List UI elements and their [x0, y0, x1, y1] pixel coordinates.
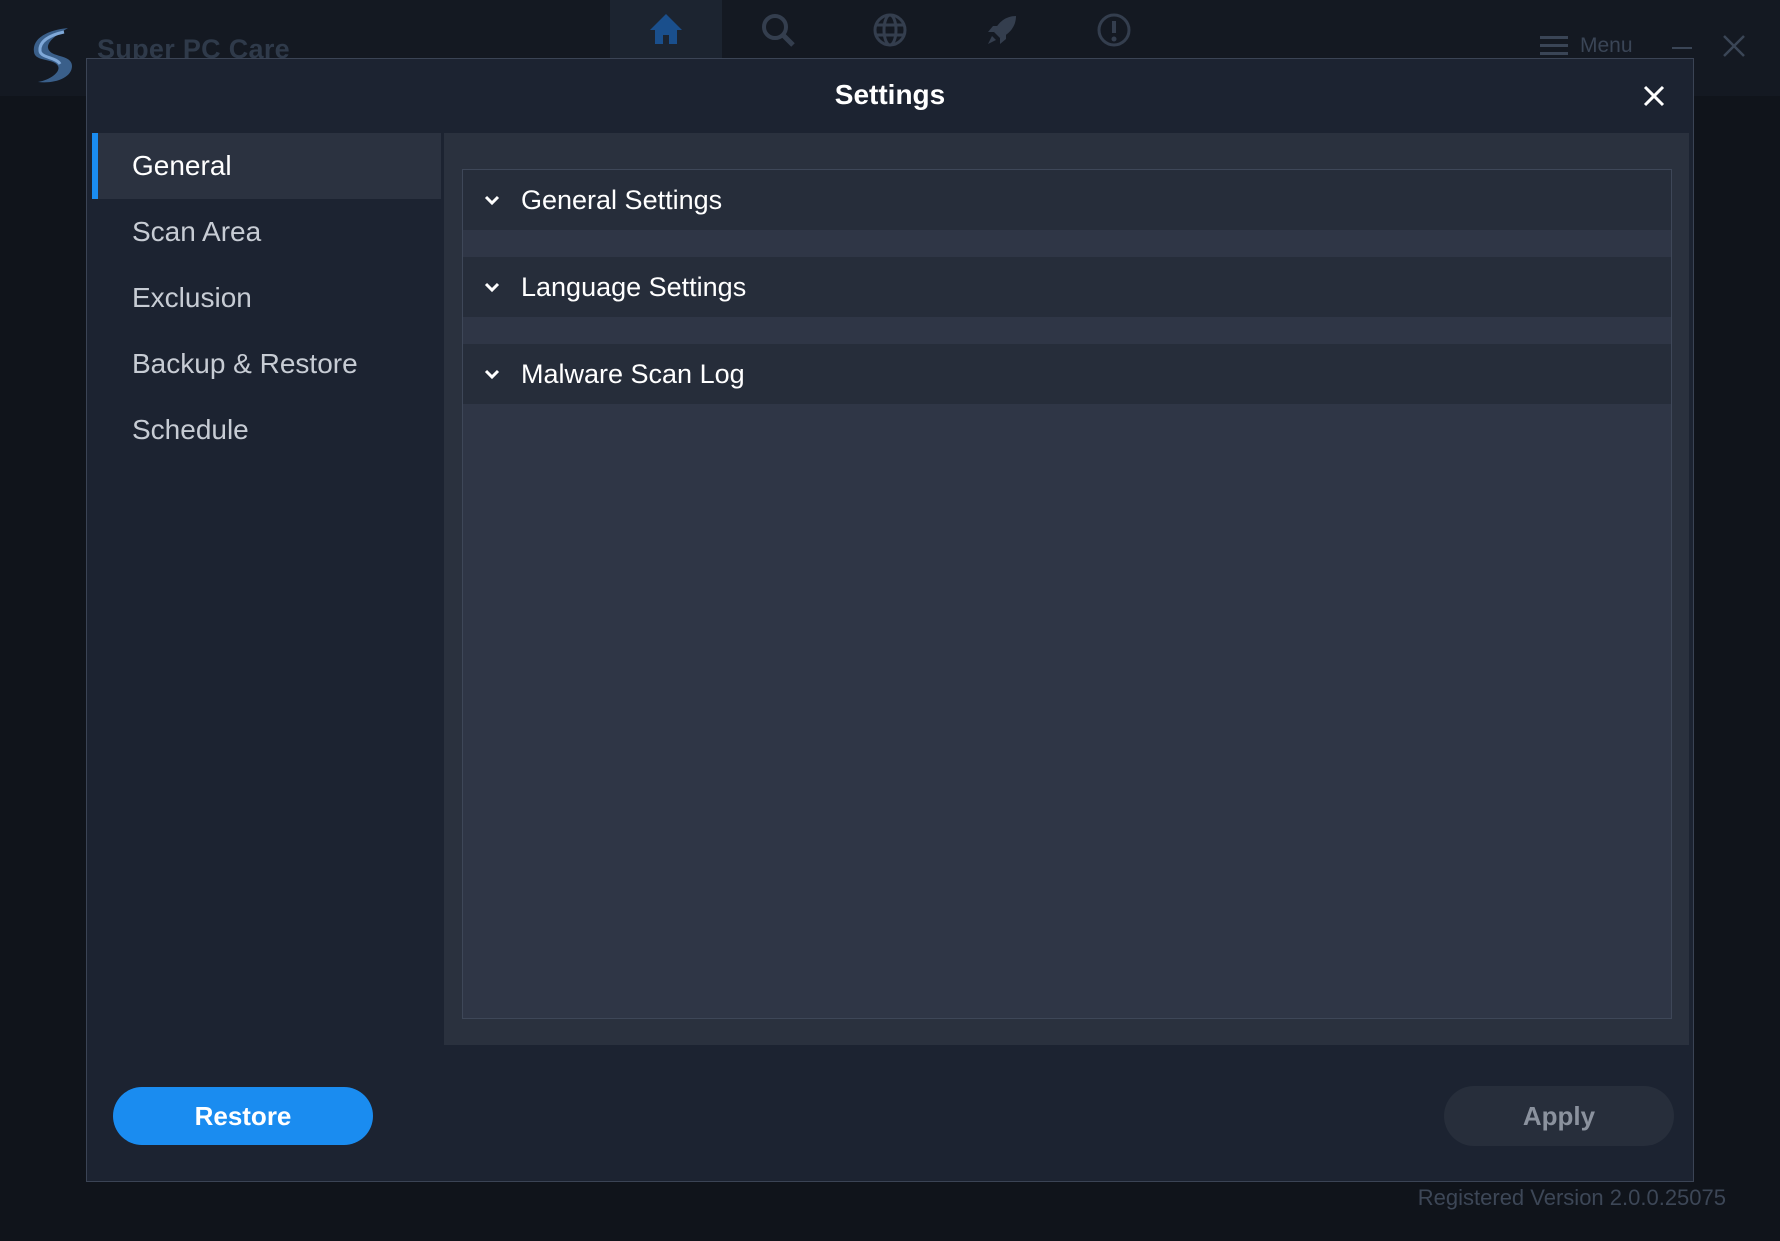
- nav-boost[interactable]: [946, 0, 1058, 60]
- app-menu-button[interactable]: Menu: [1540, 34, 1633, 58]
- section-label: Malware Scan Log: [521, 358, 745, 389]
- rocket-icon: [988, 16, 1016, 44]
- dialog-title: Settings: [834, 79, 946, 110]
- app-close-icon[interactable]: [1722, 34, 1746, 58]
- search-icon: [762, 14, 795, 47]
- chevron-down-icon: [484, 282, 500, 293]
- home-icon: [650, 14, 682, 44]
- sidebar-item-label: Scan Area: [132, 216, 262, 247]
- hamburger-icon: [1540, 36, 1568, 55]
- sidebar-item-exclusion[interactable]: Exclusion: [92, 265, 441, 331]
- restore-button[interactable]: Restore: [113, 1087, 373, 1145]
- apply-button[interactable]: Apply: [1444, 1086, 1674, 1146]
- sidebar-item-label: Schedule: [132, 414, 249, 445]
- nav-info[interactable]: [1058, 0, 1170, 60]
- sidebar-item-general[interactable]: General: [92, 133, 441, 199]
- dialog-header: Settings: [87, 59, 1693, 133]
- settings-dialog: Settings General Scan Area Exclusion Bac…: [86, 58, 1694, 1182]
- chevron-down-icon: [484, 195, 500, 206]
- sidebar-item-label: General: [132, 150, 232, 181]
- nav-web[interactable]: [834, 0, 946, 60]
- section-language-settings[interactable]: Language Settings: [463, 257, 1671, 317]
- sidebar-item-backup-restore[interactable]: Backup & Restore: [92, 331, 441, 397]
- chevron-down-icon: [484, 369, 500, 380]
- nav-scan[interactable]: [722, 0, 834, 60]
- section-general-settings[interactable]: General Settings: [463, 170, 1671, 230]
- nav-home[interactable]: [610, 0, 722, 60]
- sidebar-item-label: Backup & Restore: [132, 348, 358, 379]
- version-label: Registered Version 2.0.0.25075: [1417, 1185, 1726, 1210]
- settings-panel: General Settings Language Settings Malwa…: [462, 169, 1672, 1019]
- menu-label: Menu: [1580, 34, 1633, 57]
- info-icon: [1097, 13, 1131, 47]
- settings-content: General Settings Language Settings Malwa…: [444, 133, 1689, 1045]
- globe-icon: [873, 13, 907, 47]
- settings-sidebar: General Scan Area Exclusion Backup & Res…: [92, 133, 441, 463]
- sidebar-item-label: Exclusion: [132, 282, 252, 313]
- close-icon[interactable]: [1639, 81, 1669, 111]
- sidebar-item-scan-area[interactable]: Scan Area: [92, 199, 441, 265]
- app-nav: [610, 0, 1170, 60]
- minimize-icon[interactable]: [1672, 36, 1692, 50]
- app-logo-icon: [33, 28, 72, 83]
- section-label: General Settings: [521, 184, 723, 215]
- sidebar-item-schedule[interactable]: Schedule: [92, 397, 441, 463]
- section-label: Language Settings: [521, 271, 747, 302]
- section-malware-scan-log[interactable]: Malware Scan Log: [463, 344, 1671, 404]
